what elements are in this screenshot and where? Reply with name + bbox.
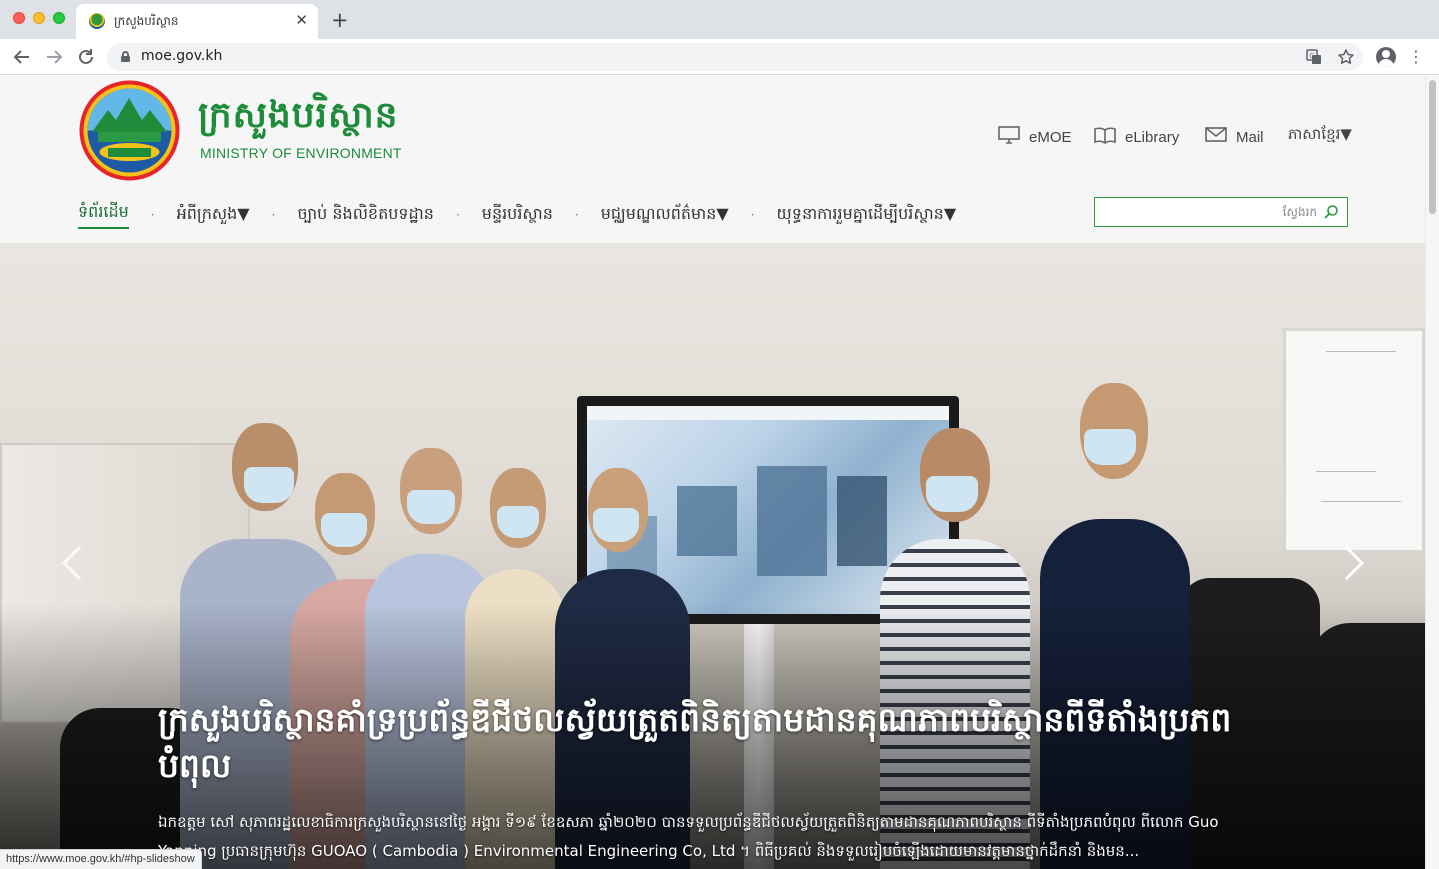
slide-photo-whiteboard xyxy=(1283,328,1425,553)
slide-title[interactable]: ក្រសួងបរិស្ថានគាំទ្រប្រព័ន្ធឌីជីថលស្វ័យត… xyxy=(158,697,1248,789)
nav-separator: · xyxy=(271,208,276,222)
site-logo-khmer[interactable]: ក្រសួងបរិស្ថាន xyxy=(198,92,399,145)
reload-icon[interactable] xyxy=(75,46,97,68)
translate-icon[interactable]: G xyxy=(1305,48,1323,66)
slide-prev-arrow-icon[interactable] xyxy=(58,543,86,583)
tab-close-icon[interactable]: ✕ xyxy=(295,11,308,29)
mail-label: Mail xyxy=(1236,128,1264,146)
slide-description: ឯកឧត្តម សៅ សុភាពរដ្ឋលេខាធិការក្រសួងបរិស្… xyxy=(158,813,1219,860)
close-window-button[interactable] xyxy=(13,12,25,24)
url-text[interactable]: moe.gov.kh xyxy=(141,48,222,64)
hero-slideshow[interactable]: ក្រសួងបរិស្ថានគាំទ្រប្រព័ន្ធឌីជីថលស្វ័យត… xyxy=(0,243,1425,869)
nav-information-center[interactable]: មជ្ឈមណ្ឌលព័ត៌មាន▼ xyxy=(601,203,729,227)
nav-provincial-departments[interactable]: មន្ទីរបរិស្ថាន xyxy=(482,203,553,227)
nav-separator: · xyxy=(150,208,155,222)
ministry-logo-icon[interactable] xyxy=(78,80,181,181)
bookmark-star-icon[interactable] xyxy=(1337,48,1355,66)
search-placeholder: ស្វែងរក xyxy=(1282,205,1317,219)
new-tab-button[interactable]: + xyxy=(331,8,349,32)
nav-about-ministry[interactable]: អំពីក្រសួង▼ xyxy=(177,203,250,227)
elibrary-label: eLibrary xyxy=(1125,128,1180,146)
browser-menu-icon[interactable]: ⋮ xyxy=(1408,47,1424,67)
address-bar[interactable]: moe.gov.kh G xyxy=(107,43,1363,71)
site-logo-english[interactable]: MINISTRY OF ENVIRONMENT xyxy=(200,145,402,161)
page-viewport: ក្រសួងបរិស្ថាន MINISTRY OF ENVIRONMENT e… xyxy=(0,76,1439,869)
zoom-window-button[interactable] xyxy=(53,12,65,24)
mail-link[interactable]: Mail xyxy=(1205,126,1264,148)
nav-laws-regulations[interactable]: ច្បាប់ និងលិខិតបទដ្ឋាន xyxy=(297,203,434,227)
elibrary-link[interactable]: eLibrary xyxy=(1094,126,1179,148)
profile-avatar-icon[interactable] xyxy=(1376,47,1396,67)
svg-text:G: G xyxy=(1309,52,1314,60)
emoe-link[interactable]: eMOE xyxy=(998,126,1072,148)
book-icon xyxy=(1094,126,1116,148)
nav-environment-campaign[interactable]: យុទ្ធនាការរួមគ្នាដើម្បីបរិស្ថាន▼ xyxy=(777,203,957,227)
nav-home[interactable]: ទំព័រដើម xyxy=(78,201,129,229)
link-status-bar: https://www.moe.gov.kh/#hp-slideshow xyxy=(0,849,202,869)
slide-next-arrow-icon[interactable] xyxy=(1340,543,1368,583)
browser-tab-strip: ក្រសួងបរិស្ថាន ✕ + xyxy=(0,0,1439,39)
emoe-label: eMOE xyxy=(1029,128,1072,146)
nav-separator: · xyxy=(455,208,460,222)
search-box[interactable]: ស្វែងរក xyxy=(1094,197,1348,227)
nav-separator: · xyxy=(750,208,755,222)
browser-tab[interactable]: ក្រសួងបរិស្ថាន ✕ xyxy=(76,4,318,39)
forward-arrow-icon[interactable] xyxy=(43,46,65,68)
site-header: ក្រសួងបរិស្ថាន MINISTRY OF ENVIRONMENT e… xyxy=(0,76,1425,243)
lock-icon xyxy=(121,51,130,62)
main-navigation: ទំព័រដើម · អំពីក្រសួង▼ · ច្បាប់ និងលិខិត… xyxy=(78,200,956,230)
minimize-window-button[interactable] xyxy=(33,12,45,24)
scrollbar-thumb[interactable] xyxy=(1429,80,1436,214)
back-arrow-icon[interactable] xyxy=(11,46,33,68)
tab-title: ក្រសួងបរិស្ថាន xyxy=(114,14,179,28)
language-selector[interactable]: ភាសាខ្មែរ▼ xyxy=(1288,125,1352,147)
monitor-icon xyxy=(998,126,1020,148)
nav-separator: · xyxy=(574,208,579,222)
favicon-icon xyxy=(89,13,105,29)
browser-toolbar: moe.gov.kh G ⋮ xyxy=(0,39,1439,75)
page-scrollbar[interactable] xyxy=(1425,76,1439,869)
envelope-icon xyxy=(1205,126,1227,148)
search-icon[interactable] xyxy=(1323,204,1339,220)
